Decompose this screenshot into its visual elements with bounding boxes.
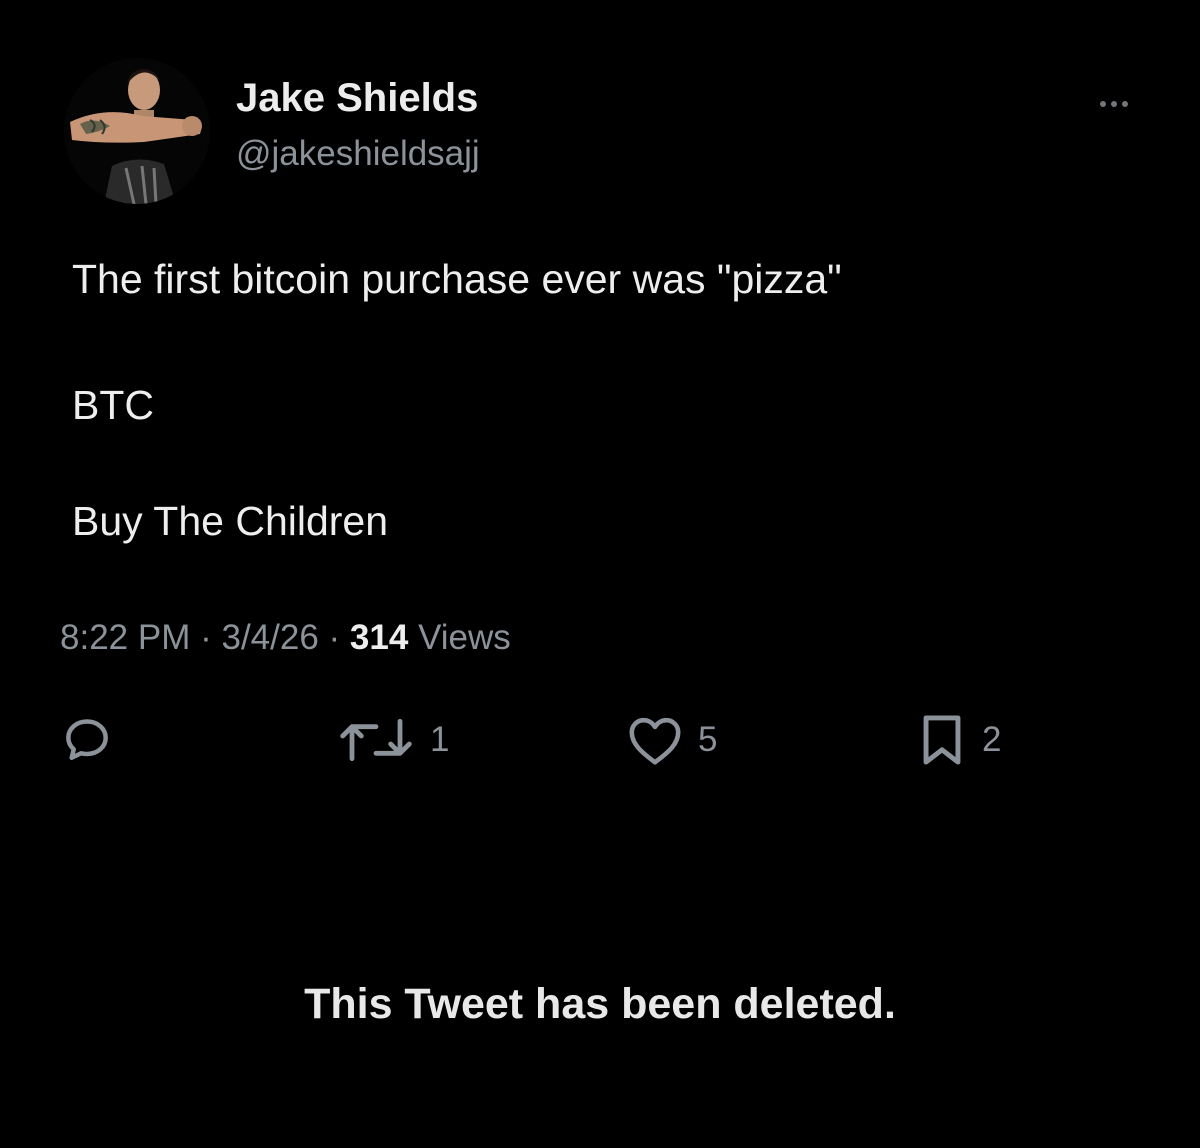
meta-separator: · xyxy=(328,618,341,657)
tweet-text-line-1: The first bitcoin purchase ever was "piz… xyxy=(72,256,842,302)
more-horizontal-icon-dot xyxy=(1122,101,1128,107)
tweet-meta: 8:22 PM · 3/4/26 · 314 Views xyxy=(60,618,511,658)
tweet-text-line-2: BTC xyxy=(72,382,154,428)
retweet-button[interactable]: 1 xyxy=(336,712,449,768)
like-count: 5 xyxy=(698,720,718,759)
views-count: 314 xyxy=(349,618,409,657)
views-label: Views xyxy=(418,618,511,657)
like-button[interactable]: 5 xyxy=(626,712,717,768)
meta-separator: · xyxy=(200,618,212,657)
bookmark-count: 2 xyxy=(982,720,1002,759)
deleted-notice: This Tweet has been deleted. xyxy=(304,980,896,1028)
tweet-text-line-3: Buy The Children xyxy=(72,498,389,544)
user-handle[interactable]: @jakeshieldsajj xyxy=(236,134,480,174)
more-horizontal-icon-dot xyxy=(1111,101,1117,107)
more-options-button[interactable] xyxy=(1088,88,1140,120)
retweet-icon xyxy=(340,718,412,762)
reply-icon xyxy=(66,719,108,761)
reply-button[interactable] xyxy=(60,712,114,768)
retweet-count: 1 xyxy=(430,720,450,759)
bookmark-button[interactable]: 2 xyxy=(916,712,1001,768)
heart-icon xyxy=(629,717,681,765)
tweet-time[interactable]: 8:22 PM xyxy=(60,618,190,657)
tweet-date[interactable]: 3/4/26 xyxy=(221,618,318,657)
avatar[interactable] xyxy=(64,58,210,204)
bookmark-icon xyxy=(923,715,961,765)
more-horizontal-icon xyxy=(1100,101,1106,107)
profile-photo xyxy=(64,58,210,204)
display-name[interactable]: Jake Shields xyxy=(236,76,478,121)
